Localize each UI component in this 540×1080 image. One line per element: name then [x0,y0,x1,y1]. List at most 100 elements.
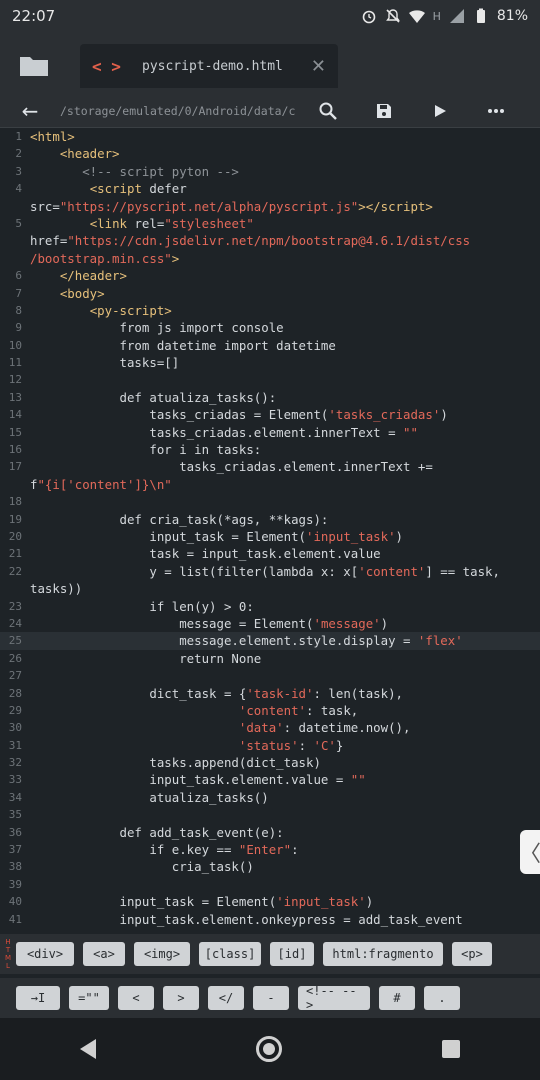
code-line[interactable]: 31 'status': 'C'} [0,737,540,754]
code-line[interactable]: 22 y = list(filter(lambda x: x['content'… [0,563,540,580]
code-text: def cria_task(*ags, **kags): [30,511,329,527]
code-line[interactable]: 1 <html> [0,128,540,145]
code-text: tasks_criadas.element.innerText += [30,459,433,475]
snippet-chip[interactable]: . [424,986,460,1010]
snippet-chip[interactable]: →I [16,986,60,1010]
code-line[interactable]: 24 message = Element('message') [0,615,540,632]
nav-back-icon[interactable] [80,1039,96,1059]
code-line[interactable]: 33 input_task.element.value = "" [0,771,540,788]
code-line[interactable]: 35 [0,806,540,823]
snippet-chip[interactable]: [class] [199,942,261,966]
snippet-chip[interactable]: <p> [452,942,492,966]
run-button[interactable] [412,104,468,118]
code-editor[interactable]: 1 <html> 2 <header> 3 <!-- script pyton -->… [0,128,540,934]
code-text: dict_task = {'task-id': len(task), [30,685,404,701]
line-number: 9 [15,321,22,335]
code-line[interactable]: 8 <py-script> [0,302,540,319]
code-line[interactable]: 5 <link rel="stylesheet" [0,215,540,232]
snippet-chip[interactable]: html:fragmento [323,942,443,966]
code-line[interactable]: f"{i['content']}\n" [0,476,540,493]
snippet-chip[interactable]: [id] [270,942,314,966]
snippet-chip[interactable]: <img> [134,942,190,966]
code-line[interactable]: 26 return None [0,650,540,667]
line-number: 10 [8,338,22,352]
mode-letter: L [6,962,10,970]
code-line[interactable]: 30 'data': datetime.now(), [0,719,540,736]
mode-spacer [0,978,16,1018]
snippet-bar-tags: HTML <div> <a> <img> [class] [id] html:fragme… [0,934,540,974]
code-line[interactable]: src="https://pyscript.net/alpha/pyscript… [0,198,540,215]
line-number: 30 [8,721,22,735]
code-line[interactable]: 16 for i in tasks: [0,441,540,458]
code-text: message.element.style.display = 'flex' [30,633,463,649]
code-line[interactable]: 12 [0,371,540,388]
code-line[interactable]: 37 if e.key == "Enter": [0,841,540,858]
code-line[interactable]: 40 input_task = Element('input_task') [0,893,540,910]
search-button[interactable] [300,102,356,120]
code-line[interactable]: 39 [0,876,540,893]
snippet-chip[interactable]: < [118,986,154,1010]
code-line[interactable]: 34 atualiza_tasks() [0,789,540,806]
snippet-chip[interactable]: <!-- --> [298,984,370,1012]
back-arrow-icon[interactable]: ← [0,99,60,123]
snippet-chip[interactable]: > [163,986,199,1010]
code-line[interactable]: 13 def atualiza_tasks(): [0,389,540,406]
code-line[interactable]: 14 tasks_criadas = Element('tasks_criada… [0,406,540,423]
code-text: <html> [30,129,75,144]
code-line[interactable]: 4 <script defer [0,180,540,197]
code-line[interactable]: 38 cria_task() [0,858,540,875]
code-line[interactable]: 10 from datetime import datetime [0,337,540,354]
mode-letter: T [5,946,11,954]
line-number [0,476,26,493]
code-line[interactable]: 11 tasks=[] [0,354,540,371]
battery-icon [476,8,485,23]
code-line[interactable]: 2 <header> [0,145,540,162]
code-line[interactable]: 15 tasks_criadas.element.innerText = "" [0,424,540,441]
code-line[interactable]: href="https://cdn.jsdelivr.net/npm/boots… [0,232,540,249]
code-line[interactable]: 29 'content': task, [0,702,540,719]
code-text: tasks_criadas.element.innerText = "" [30,424,418,440]
line-number: 28 [8,686,22,700]
code-line[interactable]: 17 tasks_criadas.element.innerText += [0,458,540,475]
more-button[interactable] [468,108,524,114]
code-text: /bootstrap.min.css"> [30,250,180,266]
code-line[interactable]: 20 input_task = Element('input_task') [0,528,540,545]
code-line[interactable]: /bootstrap.min.css"> [0,250,540,267]
code-line[interactable]: 28 dict_task = {'task-id': len(task), [0,685,540,702]
nav-recents-icon[interactable] [442,1040,460,1058]
file-path: /storage/emulated/0/Android/data/c [60,103,296,118]
code-line[interactable]: 3 <!-- script pyton --> [0,163,540,180]
save-button[interactable] [356,103,412,119]
code-line[interactable]: 6 </header> [0,267,540,284]
snippet-chip[interactable]: - [253,986,289,1010]
close-icon[interactable]: ✕ [311,56,326,77]
side-panel-handle[interactable]: 〈 [519,830,540,874]
code-line[interactable]: 9 from js import console [0,319,540,336]
nav-home-icon[interactable] [256,1036,282,1062]
tab-file[interactable]: < > pyscript-demo.html ✕ [80,44,338,88]
snippet-chip[interactable]: <div> [16,942,74,966]
code-line[interactable]: 25 message.element.style.display = 'flex… [0,632,540,650]
line-number: 16 [8,443,22,457]
line-number: 2 [15,147,22,161]
code-text: input_task.element.onkeypress = add_task… [30,911,463,927]
code-text: input_task = Element('input_task') [30,894,374,910]
code-line[interactable]: 32 tasks.append(dict_task) [0,754,540,771]
snippet-chip[interactable]: </ [208,986,244,1010]
snippet-chip[interactable]: # [379,986,415,1010]
code-line[interactable]: 19 def cria_task(*ags, **kags): [0,511,540,528]
code-line[interactable]: 27 [0,667,540,684]
code-line[interactable]: 7 <body> [0,285,540,302]
code-line[interactable]: 36 def add_task_event(e): [0,824,540,841]
snippet-chip[interactable]: <a> [83,942,125,966]
code-line[interactable]: 41 input_task.element.onkeypress = add_t… [0,911,540,928]
folder-icon[interactable] [18,54,50,78]
code-line[interactable]: tasks)) [0,580,540,597]
snippet-chip[interactable]: ="" [69,986,109,1010]
code-line[interactable]: 21 task = input_task.element.value [0,545,540,562]
code-line[interactable]: 23 if len(y) > 0: [0,598,540,615]
line-number: 17 [8,460,22,474]
code-line[interactable]: 18 [0,493,540,510]
status-icons: H 81% [361,8,528,24]
